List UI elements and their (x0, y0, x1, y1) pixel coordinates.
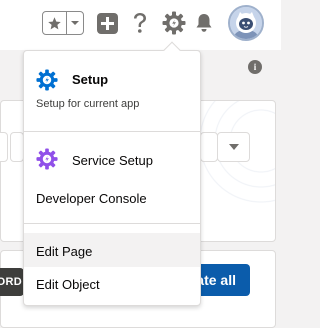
notifications-button[interactable] (193, 11, 215, 35)
menu-divider (24, 131, 200, 132)
menu-item-developer-console[interactable]: Developer Console (24, 183, 200, 213)
menu-divider (24, 223, 200, 224)
menu-item-edit-object[interactable]: Edit Object (24, 269, 200, 299)
background-input-mid[interactable] (10, 132, 24, 162)
global-header (0, 0, 281, 50)
chevron-down-icon (228, 144, 239, 150)
help-button[interactable] (129, 11, 151, 35)
gear-icon (162, 11, 186, 35)
favorites-list-button[interactable] (67, 12, 83, 34)
menu-item-label: Edit Object (36, 277, 100, 292)
question-icon (134, 13, 146, 33)
setup-menu: Setup Setup for current app Service Setu… (23, 50, 201, 306)
menu-item-label: Service Setup (72, 153, 153, 168)
plus-icon (96, 12, 118, 34)
chevron-down-icon (71, 21, 79, 25)
info-icon[interactable]: i (248, 60, 262, 74)
background-dropdown-button[interactable] (217, 132, 250, 162)
background-dark-button[interactable]: ORD (0, 268, 24, 296)
menu-item-label: Setup (72, 72, 109, 87)
menu-item-service-setup[interactable]: Service Setup (24, 143, 200, 175)
favorites-group (42, 11, 84, 35)
setup-menu-button[interactable] (161, 10, 187, 36)
setup-icon (36, 69, 58, 91)
favorites-button[interactable] (43, 12, 67, 34)
service-setup-icon (36, 148, 58, 170)
user-avatar[interactable] (228, 5, 264, 41)
background-input-left[interactable] (0, 132, 8, 162)
astro-avatar-icon (230, 7, 262, 39)
global-actions-button[interactable] (96, 12, 118, 34)
star-icon (48, 16, 61, 29)
background-input-right[interactable] (200, 132, 218, 162)
menu-item-setup[interactable]: Setup Setup for current app (24, 59, 200, 121)
menu-item-sublabel: Setup for current app (36, 98, 140, 110)
menu-item-edit-page[interactable]: Edit Page (24, 233, 200, 267)
menu-item-label: Edit Page (36, 244, 93, 259)
menu-item-label: Developer Console (36, 191, 147, 206)
bell-icon (196, 14, 212, 32)
